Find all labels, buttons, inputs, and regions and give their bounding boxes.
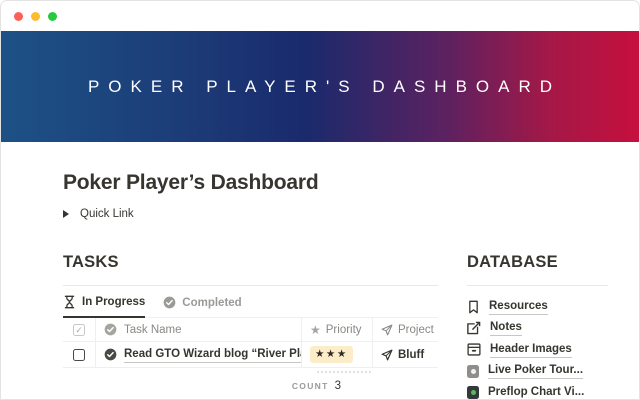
column-header-priority[interactable]: ★ Priority (302, 318, 373, 341)
archive-icon (467, 343, 481, 356)
tasks-heading: TASKS (63, 253, 438, 286)
row-priority-cell[interactable]: ★★★ (302, 342, 373, 367)
window-titlebar (1, 1, 639, 31)
paper-plane-icon (381, 349, 393, 361)
database-item-label: Notes (490, 320, 522, 336)
select-all-checkbox[interactable]: ✓ (63, 318, 96, 341)
cover-banner: POKER PLAYER'S DASHBOARD (1, 31, 639, 142)
tab-in-progress-label: In Progress (82, 296, 145, 308)
column-header-task-name-label: Task Name (124, 324, 182, 336)
tab-in-progress[interactable]: In Progress (63, 295, 145, 318)
close-window-button[interactable] (14, 12, 23, 21)
table-count-row: COUNT 3 (63, 380, 341, 392)
database-item-header-images[interactable]: Header Images (467, 339, 608, 361)
minimize-window-button[interactable] (31, 12, 40, 21)
zoom-window-button[interactable] (48, 12, 57, 21)
quick-link-toggle-label: Quick Link (80, 208, 134, 220)
row-project-cell[interactable]: Bluff (373, 342, 438, 367)
checkbox-empty-icon (73, 349, 85, 361)
card-green-icon (467, 386, 479, 399)
table-row[interactable]: Read GTO Wizard blog “River Play” ★★★ Bl… (63, 342, 438, 368)
hourglass-icon (63, 295, 76, 309)
database-section: DATABASE Resources Notes (467, 253, 608, 400)
compose-icon (467, 321, 481, 335)
database-item-label: Resources (489, 299, 548, 315)
tasks-section: TASKS In Progress Completed (63, 253, 438, 400)
tab-completed[interactable]: Completed (163, 295, 241, 317)
tab-completed-label: Completed (182, 297, 241, 309)
count-label: COUNT (292, 381, 329, 391)
card-gray-icon (467, 365, 479, 378)
app-window: POKER PLAYER'S DASHBOARD Poker Player’s … (0, 0, 640, 400)
row-task-title[interactable]: Read GTO Wizard blog “River Play” (124, 346, 302, 363)
next-row-placeholder (317, 371, 371, 373)
toggle-arrow-icon (63, 210, 69, 218)
database-item-live-poker-tour[interactable]: Live Poker Tour... (467, 361, 608, 383)
row-task-cell[interactable]: Read GTO Wizard blog “River Play” (96, 342, 302, 367)
quick-link-toggle[interactable]: Quick Link (63, 208, 134, 220)
bookmark-icon (467, 300, 480, 314)
check-circle-icon (104, 348, 117, 361)
page-title[interactable]: Poker Player’s Dashboard (63, 171, 639, 195)
priority-stars-tag: ★★★ (310, 346, 353, 363)
database-item-label: Live Poker Tour... (488, 363, 583, 379)
column-header-project-label: Project (398, 324, 434, 336)
star-icon: ★ (310, 324, 321, 336)
paper-plane-icon (381, 324, 393, 336)
tasks-view-tabs: In Progress Completed (63, 286, 438, 318)
check-circle-icon (104, 323, 117, 336)
cover-banner-title: POKER PLAYER'S DASHBOARD (79, 77, 561, 97)
column-header-project[interactable]: Project (373, 318, 438, 341)
database-item-resources[interactable]: Resources (467, 296, 608, 318)
database-heading: DATABASE (467, 253, 608, 286)
count-value[interactable]: 3 (335, 380, 341, 392)
database-list: Resources Notes Header Images (467, 286, 608, 400)
check-circle-icon (163, 296, 176, 309)
database-item-label: Preflop Chart Vi... (488, 385, 584, 400)
page-content: Poker Player’s Dashboard Quick Link TASK… (1, 171, 639, 400)
database-item-notes[interactable]: Notes (467, 318, 608, 340)
row-project-label: Bluff (398, 349, 424, 361)
checkbox-check-icon: ✓ (73, 324, 85, 336)
row-checkbox[interactable] (63, 342, 96, 367)
column-header-priority-label: Priority (326, 324, 362, 336)
column-header-task-name[interactable]: Task Name (96, 318, 302, 341)
database-item-preflop-chart[interactable]: Preflop Chart Vi... (467, 382, 608, 400)
database-item-label: Header Images (490, 342, 572, 358)
tasks-table-header: ✓ Task Name ★ Priority (63, 318, 438, 342)
